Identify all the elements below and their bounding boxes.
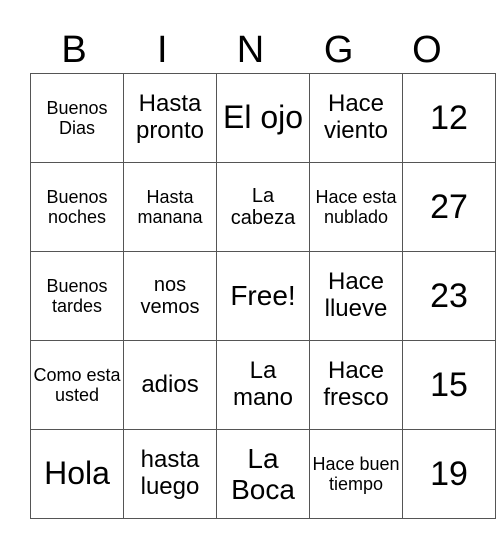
bingo-cell[interactable]: Buenos Dias xyxy=(30,73,124,163)
bingo-cell[interactable]: 23 xyxy=(402,251,496,341)
bingo-cell[interactable]: Buenos tardes xyxy=(30,251,124,341)
bingo-cell[interactable]: 19 xyxy=(402,429,496,519)
grid-row: Buenos noches Hasta manana La cabeza Hac… xyxy=(30,162,496,252)
free-space-cell[interactable]: Free! xyxy=(216,251,310,341)
bingo-cell[interactable]: Hace fresco xyxy=(309,340,403,430)
bingo-cell[interactable]: La mano xyxy=(216,340,310,430)
bingo-cell[interactable]: La Boca xyxy=(216,429,310,519)
bingo-cell[interactable]: 27 xyxy=(402,162,496,252)
bingo-cell[interactable]: La cabeza xyxy=(216,162,310,252)
header-letter-g: G xyxy=(323,29,354,71)
header-letter-n: N xyxy=(236,29,265,71)
bingo-grid: Buenos Dias Hasta pronto El ojo Hace vie… xyxy=(30,73,496,519)
bingo-cell[interactable]: Hasta pronto xyxy=(123,73,217,163)
header-letter-o: O xyxy=(412,29,442,71)
bingo-cell[interactable]: El ojo xyxy=(216,73,310,163)
bingo-cell[interactable]: Buenos noches xyxy=(30,162,124,252)
bingo-cell[interactable]: nos vemos xyxy=(123,251,217,341)
header-letter-b: B xyxy=(61,29,87,71)
bingo-cell[interactable]: Como esta usted xyxy=(30,340,124,430)
bingo-cell[interactable]: 15 xyxy=(402,340,496,430)
bingo-cell[interactable]: adios xyxy=(123,340,217,430)
grid-row: Buenos Dias Hasta pronto El ojo Hace vie… xyxy=(30,73,496,163)
grid-row: Hola hasta luego La Boca Hace buen tiemp… xyxy=(30,429,496,519)
bingo-cell[interactable]: 12 xyxy=(402,73,496,163)
bingo-cell[interactable]: Hace esta nublado xyxy=(309,162,403,252)
bingo-cell[interactable]: Hola xyxy=(30,429,124,519)
bingo-cell[interactable]: Hace llueve xyxy=(309,251,403,341)
bingo-cell[interactable]: Hace viento xyxy=(309,73,403,163)
grid-row: Buenos tardes nos vemos Free! Hace lluev… xyxy=(30,251,496,341)
bingo-cell[interactable]: hasta luego xyxy=(123,429,217,519)
bingo-header: B I N G O xyxy=(30,26,471,74)
grid-row: Como esta usted adios La mano Hace fresc… xyxy=(30,340,496,430)
header-letter-i: I xyxy=(157,29,168,71)
bingo-cell[interactable]: Hace buen tiempo xyxy=(309,429,403,519)
bingo-cell[interactable]: Hasta manana xyxy=(123,162,217,252)
